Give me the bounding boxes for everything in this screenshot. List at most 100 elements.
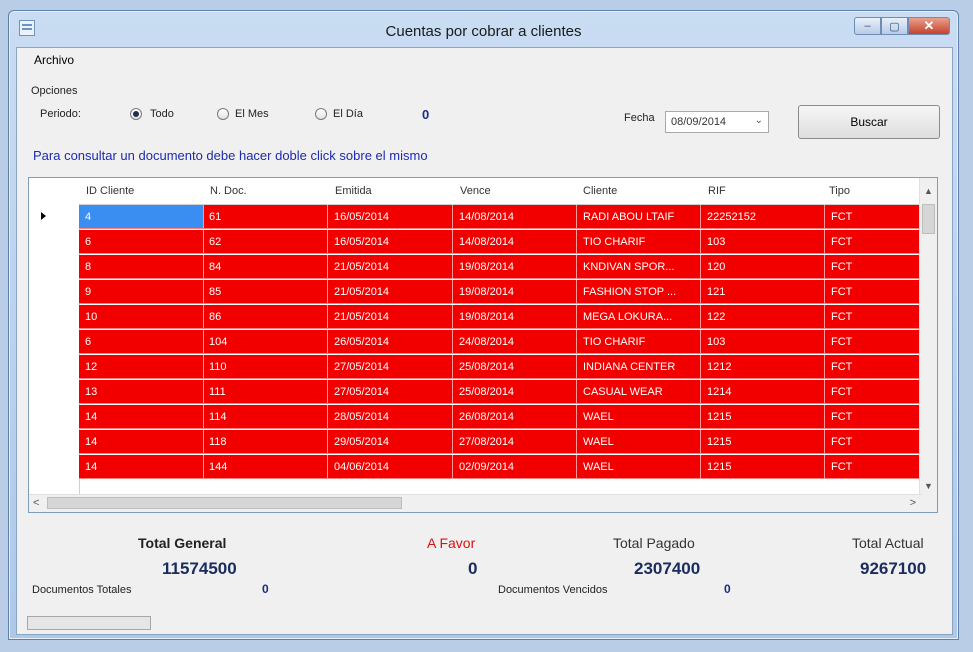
accounts-grid[interactable]: ID Cliente N. Doc. Emitida Vence Cliente… — [28, 177, 938, 513]
scroll-down-icon[interactable]: ▼ — [924, 481, 933, 491]
cell-emitida[interactable]: 16/05/2014 — [334, 236, 452, 248]
cell-tipo[interactable]: FCT — [831, 261, 921, 273]
table-row[interactable]: 13 111 27/05/2014 25/08/2014 CASUAL WEAR 1214… — [79, 380, 922, 404]
table-row[interactable]: 6 62 16/05/2014 14/08/2014 TIO CHARIF 103 FCT — [79, 230, 922, 254]
cell-rif[interactable]: 121 — [707, 286, 825, 298]
table-row[interactable]: 10 86 21/05/2014 19/08/2014 MEGA LOKURA... 12… — [79, 305, 922, 329]
radio-todo[interactable] — [130, 108, 142, 120]
vertical-scrollbar[interactable]: ▲ ▼ — [919, 178, 937, 495]
cell-cliente[interactable]: RADI ABOU LTAIF — [583, 211, 701, 223]
cell-id-cliente[interactable]: 9 — [85, 286, 203, 298]
cell-cliente[interactable]: WAEL — [583, 411, 701, 423]
cell-tipo[interactable]: FCT — [831, 411, 921, 423]
cell-rif[interactable]: 120 — [707, 261, 825, 273]
cell-emitida[interactable]: 21/05/2014 — [334, 311, 452, 323]
column-header-cliente[interactable]: Cliente — [583, 185, 617, 197]
cell-n-doc[interactable]: 111 — [209, 386, 327, 398]
table-row[interactable]: 6 104 26/05/2014 24/08/2014 TIO CHARIF 103 FCT — [79, 330, 922, 354]
cell-rif[interactable]: 1215 — [707, 436, 825, 448]
cell-n-doc[interactable]: 84 — [209, 261, 327, 273]
cell-rif[interactable]: 103 — [707, 336, 825, 348]
cell-n-doc[interactable]: 86 — [209, 311, 327, 323]
cell-n-doc[interactable]: 61 — [209, 211, 327, 223]
cell-cliente[interactable]: KNDIVAN SPOR... — [583, 261, 701, 273]
cell-rif[interactable]: 22252152 — [707, 211, 825, 223]
close-button[interactable]: ✕ — [908, 17, 950, 35]
radio-el-dia[interactable] — [315, 108, 327, 120]
column-header-vence[interactable]: Vence — [460, 185, 491, 197]
cell-n-doc[interactable]: 118 — [209, 436, 327, 448]
radio-todo-label[interactable]: Todo — [150, 108, 174, 120]
cell-emitida[interactable]: 27/05/2014 — [334, 361, 452, 373]
cell-id-cliente[interactable]: 6 — [85, 336, 203, 348]
cell-rif[interactable]: 122 — [707, 311, 825, 323]
cell-cliente[interactable]: WAEL — [583, 461, 701, 473]
buscar-button[interactable]: Buscar — [798, 105, 940, 139]
maximize-button[interactable]: ▢ — [881, 17, 908, 35]
cell-n-doc[interactable]: 85 — [209, 286, 327, 298]
table-row[interactable]: 14 118 29/05/2014 27/08/2014 WAEL 1215 FCT — [79, 430, 922, 454]
cell-rif[interactable]: 1215 — [707, 411, 825, 423]
radio-el-dia-label[interactable]: El Día — [333, 108, 363, 120]
cell-emitida[interactable]: 26/05/2014 — [334, 336, 452, 348]
cell-rif[interactable]: 1215 — [707, 461, 825, 473]
cell-vence[interactable]: 14/08/2014 — [459, 211, 577, 223]
chevron-down-icon[interactable]: ⌄ — [755, 115, 763, 126]
cell-tipo[interactable]: FCT — [831, 386, 921, 398]
column-header-rif[interactable]: RIF — [708, 185, 726, 197]
cell-vence[interactable]: 24/08/2014 — [459, 336, 577, 348]
cell-tipo[interactable]: FCT — [831, 211, 921, 223]
cell-id-cliente[interactable]: 4 — [85, 211, 203, 223]
cell-id-cliente[interactable]: 10 — [85, 311, 203, 323]
cell-id-cliente[interactable]: 6 — [85, 236, 203, 248]
table-row[interactable]: 9 85 21/05/2014 19/08/2014 FASHION STOP ... 1… — [79, 280, 922, 304]
scroll-left-icon[interactable]: < — [33, 497, 39, 509]
minimize-button[interactable]: ‒ — [854, 17, 881, 35]
column-header-n-doc[interactable]: N. Doc. — [210, 185, 247, 197]
cell-emitida[interactable]: 04/06/2014 — [334, 461, 452, 473]
cell-emitida[interactable]: 21/05/2014 — [334, 261, 452, 273]
cell-emitida[interactable]: 28/05/2014 — [334, 411, 452, 423]
fecha-date-picker[interactable]: 08/09/2014 ⌄ — [665, 111, 769, 133]
cell-vence[interactable]: 02/09/2014 — [459, 461, 577, 473]
cell-emitida[interactable]: 27/05/2014 — [334, 386, 452, 398]
cell-cliente[interactable]: TIO CHARIF — [583, 336, 701, 348]
cell-tipo[interactable]: FCT — [831, 461, 921, 473]
cell-id-cliente[interactable]: 14 — [85, 436, 203, 448]
horizontal-scroll-thumb[interactable] — [47, 497, 402, 509]
table-row[interactable]: 12 110 27/05/2014 25/08/2014 INDIANA CENTER 1… — [79, 355, 922, 379]
cell-cliente[interactable]: CASUAL WEAR — [583, 386, 701, 398]
cell-id-cliente[interactable]: 12 — [85, 361, 203, 373]
cell-cliente[interactable]: WAEL — [583, 436, 701, 448]
cell-vence[interactable]: 25/08/2014 — [459, 386, 577, 398]
cell-vence[interactable]: 25/08/2014 — [459, 361, 577, 373]
cell-tipo[interactable]: FCT — [831, 336, 921, 348]
cell-vence[interactable]: 19/08/2014 — [459, 311, 577, 323]
scroll-up-icon[interactable]: ▲ — [924, 186, 933, 196]
radio-el-mes[interactable] — [217, 108, 229, 120]
cell-vence[interactable]: 27/08/2014 — [459, 436, 577, 448]
table-row[interactable]: 14 144 04/06/2014 02/09/2014 WAEL 1215 FCT — [79, 455, 922, 479]
cell-cliente[interactable]: INDIANA CENTER — [583, 361, 701, 373]
cell-emitida[interactable]: 21/05/2014 — [334, 286, 452, 298]
cell-rif[interactable]: 103 — [707, 236, 825, 248]
cell-emitida[interactable]: 16/05/2014 — [334, 211, 452, 223]
cell-n-doc[interactable]: 110 — [209, 361, 327, 373]
column-header-id-cliente[interactable]: ID Cliente — [86, 185, 134, 197]
table-row[interactable]: 4 61 16/05/2014 14/08/2014 RADI ABOU LTAIF 22… — [79, 205, 922, 229]
radio-el-mes-label[interactable]: El Mes — [235, 108, 269, 120]
cell-id-cliente[interactable]: 14 — [85, 411, 203, 423]
cell-cliente[interactable]: MEGA LOKURA... — [583, 311, 701, 323]
cell-rif[interactable]: 1214 — [707, 386, 825, 398]
cell-n-doc[interactable]: 104 — [209, 336, 327, 348]
cell-n-doc[interactable]: 114 — [209, 411, 327, 423]
cell-tipo[interactable]: FCT — [831, 311, 921, 323]
cell-vence[interactable]: 19/08/2014 — [459, 261, 577, 273]
cell-n-doc[interactable]: 62 — [209, 236, 327, 248]
cell-n-doc[interactable]: 144 — [209, 461, 327, 473]
scroll-right-icon[interactable]: > — [910, 497, 916, 509]
table-row[interactable]: 8 84 21/05/2014 19/08/2014 KNDIVAN SPOR... 12… — [79, 255, 922, 279]
cell-id-cliente[interactable]: 8 — [85, 261, 203, 273]
cell-emitida[interactable]: 29/05/2014 — [334, 436, 452, 448]
cell-vence[interactable]: 19/08/2014 — [459, 286, 577, 298]
